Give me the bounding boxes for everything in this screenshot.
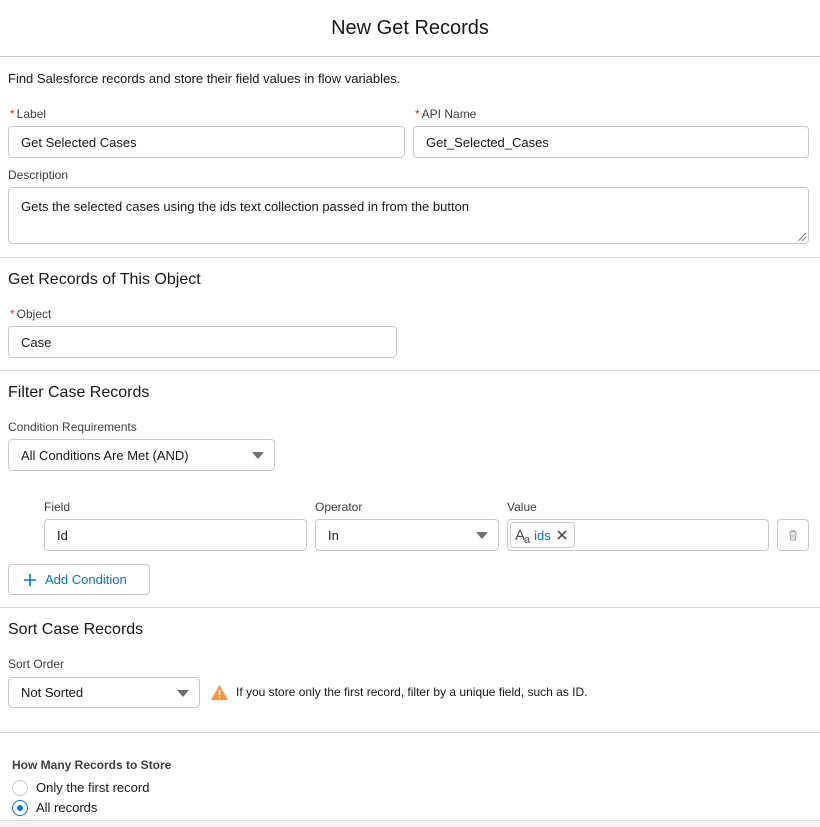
description-textarea[interactable]: Gets the selected cases using the ids te… (8, 187, 809, 244)
sort-order-label: Sort Order (8, 657, 65, 671)
description-field-label: Description (8, 168, 69, 182)
section-divider (0, 607, 820, 608)
required-marker: * (10, 307, 15, 321)
required-marker: * (10, 107, 15, 121)
add-condition-button[interactable]: Add Condition (8, 564, 150, 595)
condition-operator-select[interactable]: In (315, 519, 499, 551)
description-text: Gets the selected cases using the ids te… (21, 199, 470, 214)
radio-only-first-record[interactable] (12, 780, 28, 796)
api-name-input[interactable]: Get_Selected_Cases (413, 126, 809, 158)
condition-requirements-label: Condition Requirements (8, 420, 137, 434)
object-field-label: * Object (10, 307, 52, 321)
object-input[interactable]: Case (8, 326, 397, 358)
chevron-down-icon (252, 452, 264, 459)
add-condition-label: Add Condition (45, 572, 127, 587)
label-field-label: * Label (10, 107, 47, 121)
condition-operator-value: In (328, 527, 339, 543)
resize-grip-icon[interactable] (798, 233, 806, 241)
plus-icon (24, 573, 36, 586)
close-icon[interactable] (555, 528, 569, 542)
sort-order-value: Not Sorted (21, 685, 84, 700)
condition-value-input[interactable]: Aa ids (507, 519, 769, 551)
text-variable-icon: Aa (515, 526, 530, 546)
delete-condition-button[interactable] (777, 519, 809, 551)
section-divider (0, 732, 820, 733)
label-input[interactable]: Get Selected Cases (8, 126, 405, 158)
trash-icon (789, 529, 797, 541)
filter-section-title: Filter Case Records (8, 384, 150, 401)
condition-field-input[interactable]: Id (44, 519, 307, 551)
value-pill[interactable]: Aa ids (510, 522, 575, 548)
modal-title: New Get Records (331, 16, 489, 39)
section-divider (0, 370, 820, 371)
api-name-field-label: * API Name (415, 107, 477, 121)
section-divider (0, 257, 820, 258)
sort-section-title: Sort Case Records (8, 621, 144, 638)
field-column-header: Field (44, 500, 71, 514)
intro-text: Find Salesforce records and store their … (8, 71, 401, 86)
chevron-down-icon (177, 689, 189, 697)
radio-label-all-records: All records (36, 800, 98, 815)
value-pill-label: ids (534, 527, 551, 543)
sort-order-select[interactable]: Not Sorted (8, 677, 200, 708)
store-section-title: How Many Records to Store (12, 758, 172, 772)
condition-requirements-select[interactable]: All Conditions Are Met (AND) (8, 439, 275, 471)
condition-requirements-value: All Conditions Are Met (AND) (21, 447, 189, 463)
get-records-section-title: Get Records of This Object (8, 271, 201, 288)
radio-label-only-first-record: Only the first record (36, 780, 150, 795)
radio-all-records[interactable] (12, 800, 28, 816)
footer-strip (0, 820, 820, 827)
required-marker: * (415, 107, 420, 121)
modal-header: New Get Records (0, 0, 820, 57)
chevron-down-icon (476, 532, 488, 539)
warning-icon (211, 685, 228, 700)
value-column-header: Value (507, 500, 537, 514)
sort-warning-text: If you store only the first record, filt… (236, 685, 588, 699)
operator-column-header: Operator (315, 500, 363, 514)
